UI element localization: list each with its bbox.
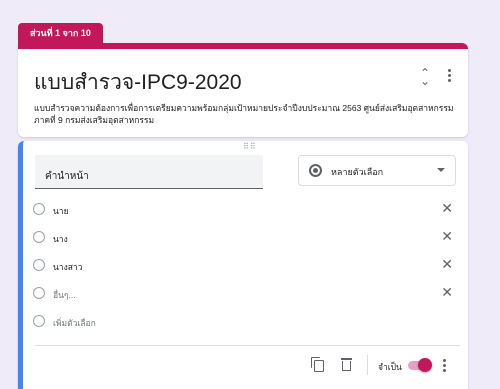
option-label-other[interactable]: อื่นๆ... [53,288,76,302]
collapse-icon[interactable]: ⌃ ⌄ [420,67,430,87]
required-toggle[interactable] [408,358,432,372]
close-icon[interactable]: ✕ [441,201,453,215]
drag-handle-icon[interactable]: ⠿⠿ [243,143,257,151]
option-row[interactable]: นาง ✕ [33,228,453,248]
divider [367,355,368,375]
add-option-row[interactable]: เพิ่มตัวเลือก [33,312,453,332]
option-row[interactable]: นาย ✕ [33,200,453,220]
question-type-label: หลายตัวเลือก [331,167,384,177]
option-label[interactable]: นาย [53,204,69,218]
close-icon[interactable]: ✕ [441,257,453,271]
question-title-input[interactable]: คำนำหน้า [35,155,263,189]
form-title[interactable]: แบบสำรวจ-IPC9-2020 [34,66,242,99]
radio-icon [33,231,45,243]
option-label[interactable]: นางสาว [53,260,82,274]
question-type-select[interactable]: หลายตัวเลือก [298,155,456,186]
close-icon[interactable]: ✕ [441,229,453,243]
section-tab: ส่วนที่ 1 จาก 10 [18,23,103,43]
more-icon[interactable] [448,69,452,82]
radio-icon [33,259,45,271]
close-icon[interactable]: ✕ [441,285,453,299]
radio-icon [33,203,45,215]
radio-checked-icon [309,164,322,177]
radio-icon [33,287,45,299]
required-label: จำเป็น [378,362,402,372]
add-option-label[interactable]: เพิ่มตัวเลือก [53,316,96,330]
question-card[interactable]: ⠿⠿ คำนำหน้า หลายตัวเลือก นาย ✕ นาง ✕ นาง… [18,141,468,389]
option-label[interactable]: นาง [53,232,68,246]
dropdown-arrow-icon [437,168,445,172]
divider [35,345,460,346]
more-icon[interactable] [443,359,447,372]
trash-icon[interactable] [341,357,352,371]
form-header-card[interactable]: แบบสำรวจ-IPC9-2020 แบบสำรวจความต้องการเพ… [18,43,468,137]
option-row[interactable]: นางสาว ✕ [33,256,453,276]
radio-icon [33,315,45,327]
copy-icon[interactable] [311,357,324,372]
option-row[interactable]: อื่นๆ... ✕ [33,284,453,304]
form-description[interactable]: แบบสำรวจความต้องการเพื่อการเตรียมความพร้… [34,102,454,126]
